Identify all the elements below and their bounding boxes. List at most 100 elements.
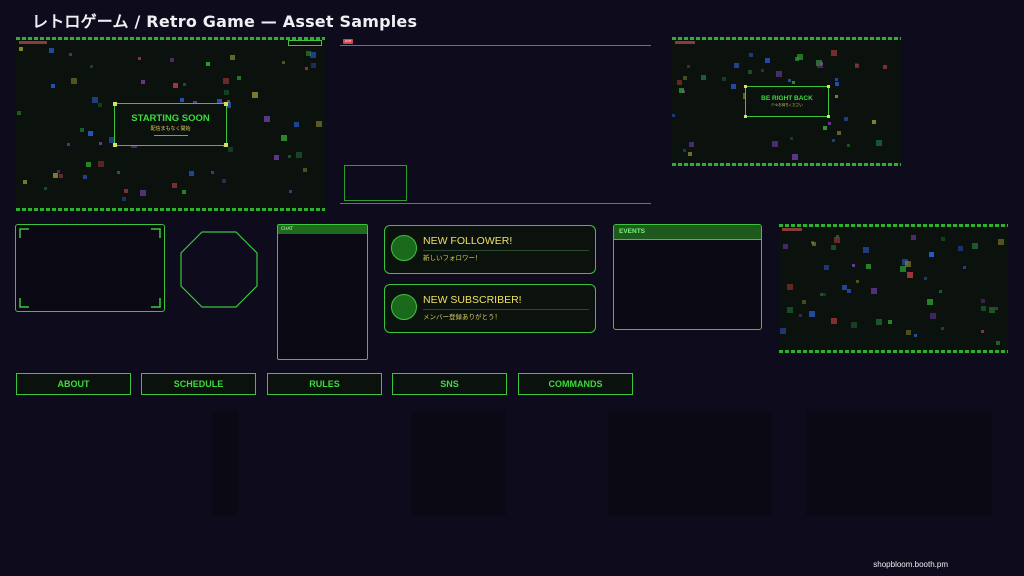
pixel-particle <box>83 175 87 179</box>
pixel-particle <box>288 155 291 158</box>
pixel-particle <box>677 80 682 85</box>
pixel-particle <box>824 265 829 270</box>
pixel-particle <box>802 300 806 304</box>
pixel-particle <box>941 237 945 241</box>
pixel-particle <box>734 63 739 68</box>
pixel-particle <box>842 285 847 290</box>
ghost-panel <box>212 411 238 516</box>
pixel-particle <box>783 244 788 249</box>
about-label: ABOUT <box>57 379 90 389</box>
pixel-particle <box>98 161 104 167</box>
pixel-particle <box>809 311 815 317</box>
top-rule <box>340 45 651 46</box>
be-right-back-scene: BE RIGHT BACK 少々お待ちください <box>672 37 901 166</box>
pixel-particle <box>872 120 876 124</box>
pixel-particle <box>831 318 837 324</box>
pixel-particle <box>851 322 857 328</box>
pixel-particle <box>49 48 54 53</box>
corner-marker <box>827 85 830 88</box>
bottom-edge <box>779 350 1008 353</box>
schedule-button[interactable]: SCHEDULE <box>141 373 256 395</box>
pixel-particle <box>998 239 1004 245</box>
pixel-particle <box>51 84 55 88</box>
pixel-particle <box>772 141 778 147</box>
background-scene <box>779 224 1008 353</box>
sns-button[interactable]: SNS <box>392 373 507 395</box>
chat-header-label: CHAT <box>281 227 294 232</box>
pixel-particle <box>71 78 77 84</box>
follower-alert: NEW FOLLOWER! 新しいフォロワー！ <box>384 225 596 274</box>
pixel-particle <box>183 83 186 86</box>
pixel-particle <box>172 183 177 188</box>
pixel-particle <box>761 69 764 72</box>
about-button[interactable]: ABOUT <box>16 373 131 395</box>
pixel-particle <box>206 62 210 66</box>
corner-marker <box>224 143 228 147</box>
pixel-particle <box>866 264 871 269</box>
pixel-particle <box>141 80 145 84</box>
bottom-edge <box>672 163 901 166</box>
events-panel: EVENTS <box>613 224 762 330</box>
pixel-particle <box>765 58 770 63</box>
status-bar-left <box>675 41 695 44</box>
pixel-particle <box>749 53 753 57</box>
rules-label: RULES <box>309 379 340 389</box>
pixel-particle <box>228 147 233 152</box>
pixel-particle <box>140 190 146 196</box>
pixel-particle <box>776 71 782 77</box>
commands-button[interactable]: COMMANDS <box>518 373 633 395</box>
pixel-particle <box>792 81 795 84</box>
pixel-particle <box>17 111 21 115</box>
pixel-particle <box>790 137 793 140</box>
pixel-particle <box>995 307 998 310</box>
follower-alert-title: NEW FOLLOWER! <box>423 235 513 247</box>
frame-divider <box>153 135 188 136</box>
live-badge: LIVE <box>343 39 353 44</box>
camera-frame <box>344 165 407 201</box>
pixel-particle <box>876 140 882 146</box>
pixel-particle <box>888 320 892 324</box>
alert-divider <box>423 250 589 251</box>
corner-marker <box>224 102 228 106</box>
pixel-particle <box>844 117 848 121</box>
pixel-particle <box>911 235 916 240</box>
pixel-particle <box>847 144 850 147</box>
webcam-corner-brackets <box>18 227 161 308</box>
corner-marker <box>827 115 830 118</box>
pixel-particle <box>672 114 675 117</box>
pixel-particle <box>222 179 226 183</box>
pixel-particle <box>876 319 882 325</box>
pixel-particle <box>316 121 322 127</box>
pixel-particle <box>180 98 184 102</box>
pixel-particle <box>835 78 838 81</box>
pixel-particle <box>930 313 936 319</box>
ghost-panel <box>806 411 992 516</box>
pixel-particle <box>701 75 706 80</box>
top-edge <box>16 37 325 40</box>
rules-button[interactable]: RULES <box>267 373 382 395</box>
pixel-particle <box>90 65 93 68</box>
pixel-particle <box>831 50 837 56</box>
pixel-particle <box>189 171 194 176</box>
pixel-particle <box>788 79 791 82</box>
pixel-particle <box>929 252 934 257</box>
status-bar-right <box>288 40 322 46</box>
live-layout: LIVE <box>340 37 652 205</box>
pixel-particle <box>117 171 120 174</box>
pixel-particle <box>914 334 917 337</box>
follower-alert-subtitle: 新しいフォロワー！ <box>423 254 482 262</box>
pixel-particle <box>23 180 27 184</box>
pixel-particle <box>294 122 299 127</box>
octagon-frame <box>180 231 258 308</box>
pixel-particle <box>927 299 933 305</box>
alert-divider <box>423 309 589 310</box>
be-right-back-frame: BE RIGHT BACK 少々お待ちください <box>744 85 830 118</box>
pixel-particle <box>59 174 63 178</box>
pixel-particle <box>780 328 786 334</box>
pixel-particle <box>88 131 93 136</box>
pixel-particle <box>689 142 694 147</box>
pixel-particle <box>688 152 692 156</box>
pixel-particle <box>122 197 126 201</box>
pixel-particle <box>69 53 72 56</box>
pixel-particle <box>44 187 47 190</box>
